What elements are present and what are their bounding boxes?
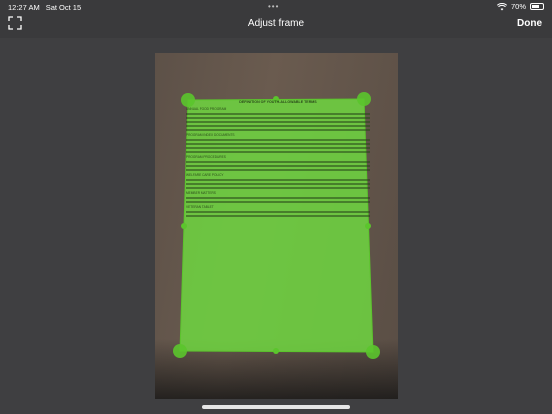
status-bar: 12:27 AM Sat Oct 15 ••• 70% [0, 0, 552, 14]
status-date: Sat Oct 15 [45, 2, 82, 12]
crop-handle-bottom-left [173, 344, 187, 358]
done-button[interactable]: Done [517, 18, 542, 29]
battery-icon [530, 3, 544, 10]
document-heading: DEFINITION OF YOUTH-ALLOWABLE TERMS [239, 100, 317, 104]
status-time: 12:27 AM [8, 2, 40, 12]
document-section-4: WELFARE CARE POLICY [186, 173, 224, 177]
nav-bar: Adjust frame Done [0, 14, 552, 38]
multitask-dots-icon[interactable]: ••• [268, 2, 279, 11]
document-section-5: MEMBER MATTERS [186, 191, 216, 195]
document-section-6: VETERAN TABLET [186, 205, 214, 209]
image-viewer: DEFINITION OF YOUTH-ALLOWABLE TERMS ANNU… [0, 38, 552, 414]
document-section-2: PROGRAM INDEX DOCUMENTS [186, 133, 235, 137]
wifi-icon [496, 2, 507, 10]
document-preview: DEFINITION OF YOUTH-ALLOWABLE TERMS ANNU… [186, 100, 370, 390]
page-title: Adjust frame [247, 18, 305, 29]
battery-percent: 70% [510, 2, 526, 11]
document-section-1: ANNUAL FOOD PROGRAM [186, 107, 227, 111]
document-section-3: PROGRAM PROCEDURES [186, 155, 226, 159]
status-right: 70% [496, 2, 544, 11]
home-indicator[interactable] [202, 405, 350, 409]
